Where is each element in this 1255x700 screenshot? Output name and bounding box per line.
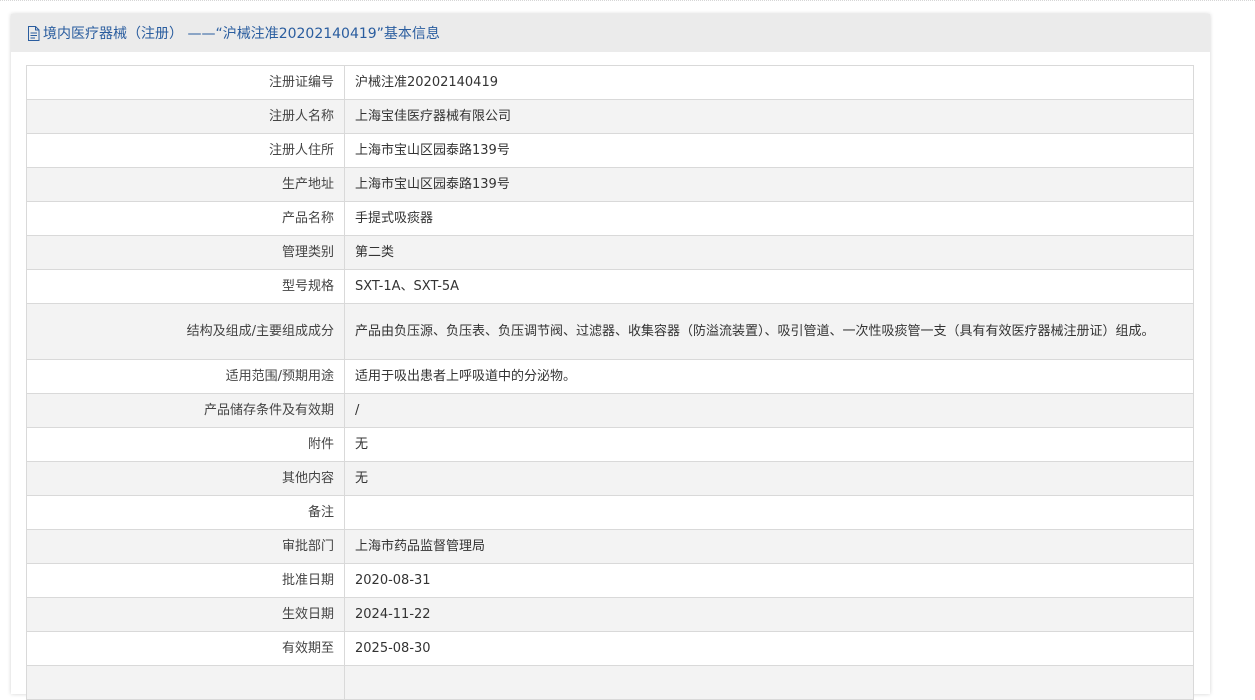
table-row: 备注 xyxy=(26,495,1194,530)
row-value: 上海市药品监督管理局 xyxy=(344,529,1194,564)
row-value: 上海市宝山区园泰路139号 xyxy=(344,167,1194,202)
row-value: 上海宝佳医疗器械有限公司 xyxy=(344,99,1194,134)
top-dotted-border xyxy=(0,0,1255,3)
row-label: 适用范围/预期用途 xyxy=(26,359,345,394)
panel-header: 境内医疗器械（注册） ——“沪械注准20202140419”基本信息 xyxy=(11,14,1210,52)
table-row: 附件 无 xyxy=(26,427,1194,462)
table-row: 注册人住所 上海市宝山区园泰路139号 xyxy=(26,133,1194,168)
row-label: 注册证编号 xyxy=(26,65,345,100)
row-value: 2020-08-31 xyxy=(344,563,1194,598)
row-value: 无 xyxy=(344,461,1194,496)
table-row: 其他内容 无 xyxy=(26,461,1194,496)
row-value: SXT-1A、SXT-5A xyxy=(344,269,1194,304)
row-label xyxy=(26,665,345,700)
row-value: 手提式吸痰器 xyxy=(344,201,1194,236)
row-label: 生产地址 xyxy=(26,167,345,202)
row-label: 管理类别 xyxy=(26,235,345,270)
table-row: 管理类别 第二类 xyxy=(26,235,1194,270)
table-row xyxy=(26,665,1194,700)
row-label: 批准日期 xyxy=(26,563,345,598)
row-value: 2024-11-22 xyxy=(344,597,1194,632)
table-row: 结构及组成/主要组成成分 产品由负压源、负压表、负压调节阀、过滤器、收集容器（防… xyxy=(26,303,1194,360)
table-row: 型号规格 SXT-1A、SXT-5A xyxy=(26,269,1194,304)
table-row: 审批部门 上海市药品监督管理局 xyxy=(26,529,1194,564)
row-value: 产品由负压源、负压表、负压调节阀、过滤器、收集容器（防溢流装置）、吸引管道、一次… xyxy=(344,303,1194,360)
row-value xyxy=(344,495,1194,530)
row-label: 其他内容 xyxy=(26,461,345,496)
row-label: 注册人名称 xyxy=(26,99,345,134)
table-row: 生产地址 上海市宝山区园泰路139号 xyxy=(26,167,1194,202)
table-row: 有效期至 2025-08-30 xyxy=(26,631,1194,666)
info-table: 注册证编号 沪械注准20202140419 注册人名称 上海宝佳医疗器械有限公司… xyxy=(26,65,1194,700)
table-row: 产品储存条件及有效期 / xyxy=(26,393,1194,428)
row-label: 审批部门 xyxy=(26,529,345,564)
row-label: 备注 xyxy=(26,495,345,530)
row-value xyxy=(344,665,1194,700)
row-value: 适用于吸出患者上呼吸道中的分泌物。 xyxy=(344,359,1194,394)
row-value: 第二类 xyxy=(344,235,1194,270)
row-label: 产品储存条件及有效期 xyxy=(26,393,345,428)
row-label: 型号规格 xyxy=(26,269,345,304)
row-label: 附件 xyxy=(26,427,345,462)
table-row: 适用范围/预期用途 适用于吸出患者上呼吸道中的分泌物。 xyxy=(26,359,1194,394)
panel-body: 注册证编号 沪械注准20202140419 注册人名称 上海宝佳医疗器械有限公司… xyxy=(11,52,1210,700)
row-label: 生效日期 xyxy=(26,597,345,632)
row-label: 产品名称 xyxy=(26,201,345,236)
row-value: / xyxy=(344,393,1194,428)
table-row: 产品名称 手提式吸痰器 xyxy=(26,201,1194,236)
row-value: 上海市宝山区园泰路139号 xyxy=(344,133,1194,168)
table-row: 注册人名称 上海宝佳医疗器械有限公司 xyxy=(26,99,1194,134)
row-label: 注册人住所 xyxy=(26,133,345,168)
table-row: 注册证编号 沪械注准20202140419 xyxy=(26,65,1194,100)
panel-title: 境内医疗器械（注册） ——“沪械注准20202140419”基本信息 xyxy=(43,26,440,42)
table-row: 批准日期 2020-08-31 xyxy=(26,563,1194,598)
table-row: 生效日期 2024-11-22 xyxy=(26,597,1194,632)
document-icon xyxy=(27,26,40,41)
row-value: 无 xyxy=(344,427,1194,462)
row-value: 2025-08-30 xyxy=(344,631,1194,666)
row-label: 有效期至 xyxy=(26,631,345,666)
row-value: 沪械注准20202140419 xyxy=(344,65,1194,100)
row-label: 结构及组成/主要组成成分 xyxy=(26,303,345,360)
detail-panel: 境内医疗器械（注册） ——“沪械注准20202140419”基本信息 注册证编号… xyxy=(11,14,1210,700)
